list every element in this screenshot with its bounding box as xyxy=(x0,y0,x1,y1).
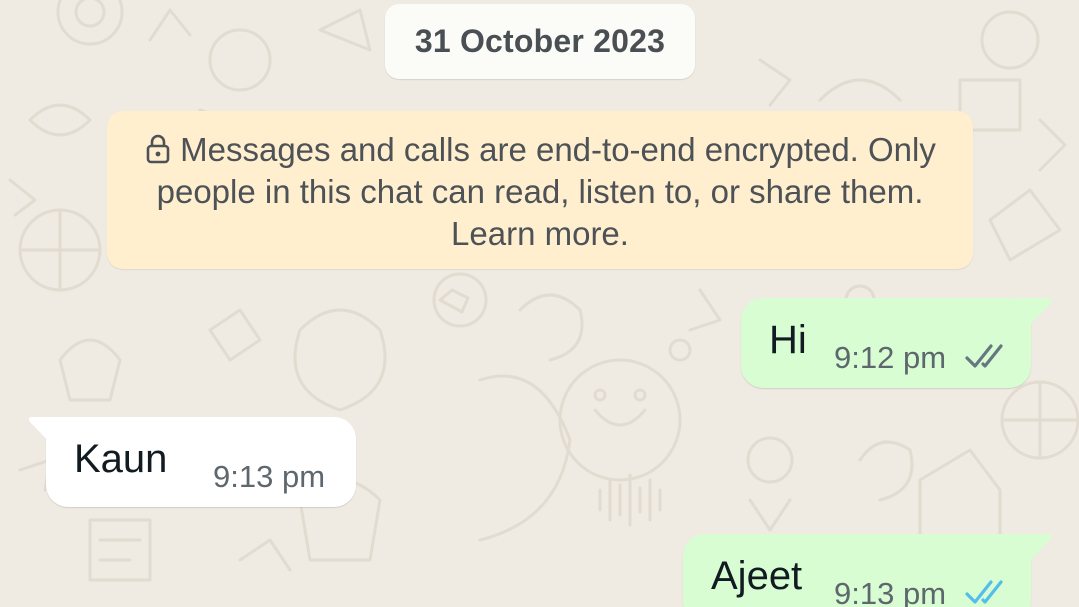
message-text: Ajeet xyxy=(711,554,803,598)
bubble-tail-outgoing xyxy=(1015,298,1053,328)
bubble-tail-outgoing xyxy=(1015,534,1053,564)
date-divider: 31 October 2023 xyxy=(385,4,695,79)
message-text: Kaun xyxy=(74,437,168,481)
bubble-tail-incoming xyxy=(28,417,66,447)
lock-icon xyxy=(146,134,170,164)
message-bubble-incoming[interactable]: Kaun 9:13 pm xyxy=(46,417,356,507)
double-check-icon xyxy=(965,344,1003,368)
double-check-icon xyxy=(965,580,1003,604)
message-bubble-outgoing[interactable]: Ajeet 9:13 pm xyxy=(683,534,1031,607)
message-time: 9:12 pm xyxy=(834,340,947,375)
message-text: Hi xyxy=(769,318,807,362)
encryption-notice[interactable]: Messages and calls are end-to-end encryp… xyxy=(107,111,973,269)
encryption-notice-text: Messages and calls are end-to-end encryp… xyxy=(156,131,936,252)
message-time: 9:13 pm xyxy=(834,576,947,607)
message-time: 9:13 pm xyxy=(213,459,326,494)
message-bubble-outgoing[interactable]: Hi 9:12 pm xyxy=(741,298,1031,388)
chat-window: 31 October 2023 Messages and calls are e… xyxy=(0,0,1079,607)
